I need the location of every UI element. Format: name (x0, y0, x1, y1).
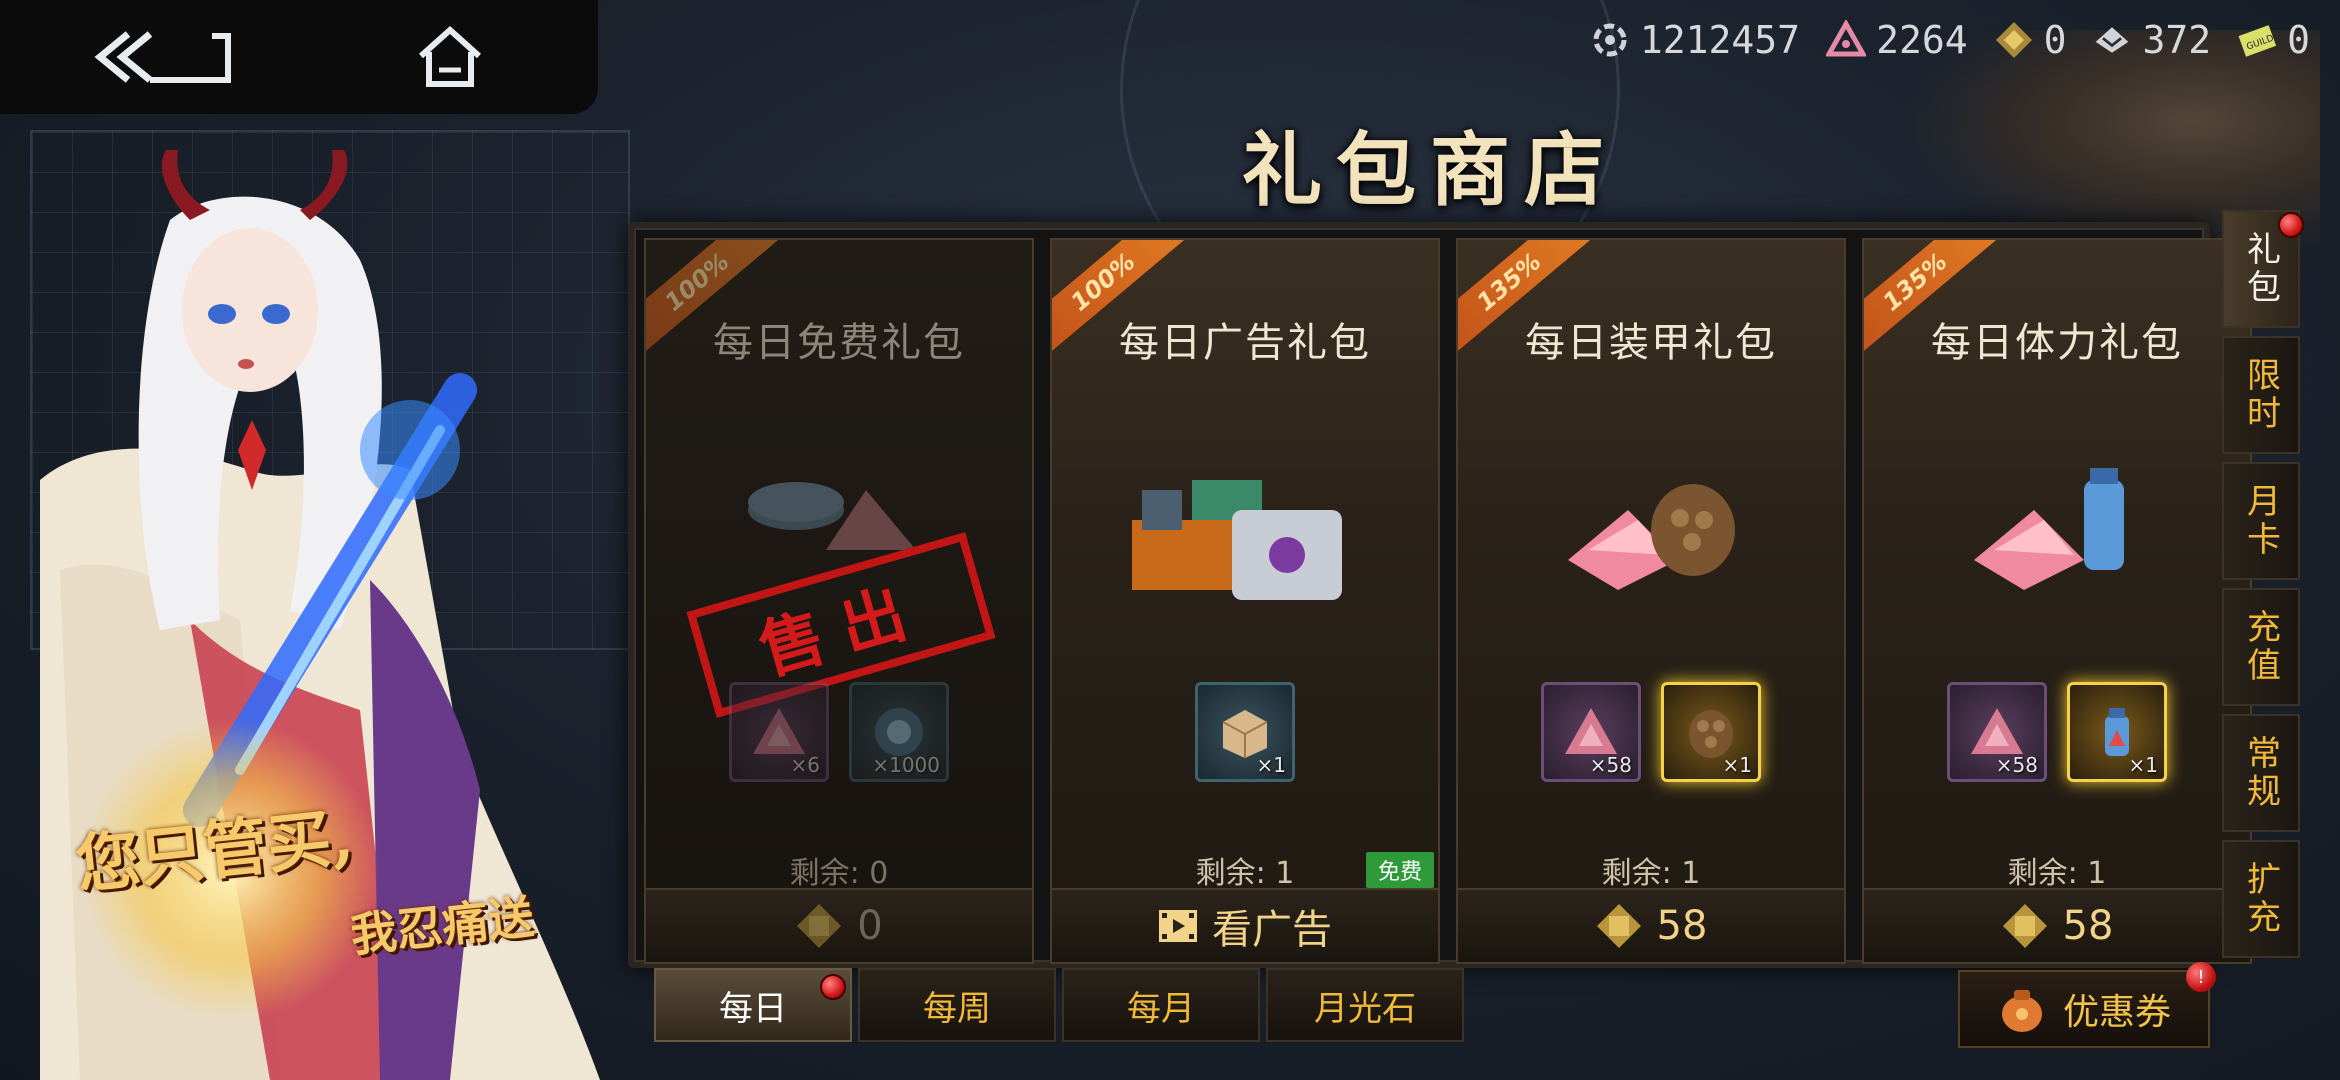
tab-regular[interactable]: 常规 (2222, 714, 2300, 832)
reward-item[interactable]: ×6 (729, 682, 829, 782)
alert-badge: ! (2186, 962, 2216, 992)
tab-monthly[interactable]: 每月 (1062, 968, 1260, 1042)
reward-item[interactable]: ×1 (1661, 682, 1761, 782)
item-quantity: ×1 (2128, 753, 2158, 777)
tab-limited[interactable]: 限时 (2222, 336, 2300, 454)
tab-recharge[interactable]: 充值 (2222, 588, 2300, 706)
coupon-bag-icon (2001, 990, 2042, 1032)
item-quantity: ×6 (790, 753, 820, 777)
remaining-count: 剩余: 1 (1601, 856, 1701, 891)
tab-label: 常规 (2240, 735, 2281, 811)
pack-card-daily-armor[interactable]: 135% 每日装甲礼包 ×58 ×1 剩余: 1 58 (1456, 238, 1846, 964)
currency-bar: 1212457 2264 0 372 GUILD 0 (1590, 10, 2310, 70)
tab-label: 礼包 (2240, 231, 2281, 307)
back-button[interactable] (88, 22, 238, 92)
price-label: 0 (857, 903, 883, 949)
item-quantity: ×58 (1589, 753, 1632, 777)
page-title: 礼包商店 (1242, 123, 1618, 217)
pack-title: 每日体力礼包 (1931, 320, 2183, 366)
pack-art (1528, 450, 1778, 610)
reward-items: ×6 ×1000 (646, 682, 1032, 782)
reward-items: ×58 ×1 (1864, 682, 2250, 782)
pack-title: 每日广告礼包 (1119, 320, 1371, 366)
top-nav-panel (0, 0, 598, 114)
notification-dot (820, 974, 846, 1000)
tab-label: 每日 (719, 988, 787, 1029)
item-quantity: ×58 (1995, 753, 2038, 777)
gold-chip-icon (797, 904, 842, 948)
pack-list: 100% 每日免费礼包 售出 ×6 ×1000 剩余: 0 0 100% 每日广… (628, 222, 2252, 968)
home-icon (418, 25, 482, 87)
guild-icon: GUILD (2237, 20, 2277, 60)
watch-ad-button[interactable]: 看广告 (1052, 888, 1438, 962)
remaining-count: 剩余: 1 (2007, 856, 2107, 891)
notification-dot (2278, 212, 2304, 238)
pink-crystal-icon (1826, 20, 1867, 60)
tab-label: 充值 (2240, 609, 2281, 685)
currency-guild[interactable]: GUILD 0 (2237, 18, 2310, 62)
period-tab-bar: 每日 每周 每月 月光石 (654, 968, 1464, 1042)
tab-moonstone[interactable]: 月光石 (1266, 968, 1464, 1042)
gold-chip-icon (2002, 904, 2047, 948)
currency-chip[interactable]: 0 (1994, 18, 2067, 62)
watch-ad-label: 看广告 (1212, 907, 1332, 953)
pack-title: 每日装甲礼包 (1525, 320, 1777, 366)
tab-label: 每月 (1127, 988, 1195, 1029)
free-badge: 免费 (1365, 852, 1434, 888)
reward-item[interactable]: ×1 (2067, 682, 2167, 782)
reward-item[interactable]: ×58 (1541, 682, 1641, 782)
video-icon (1159, 910, 1197, 942)
remaining-count: 剩余: 0 (789, 856, 889, 891)
buy-button[interactable]: 58 (1864, 888, 2250, 962)
alert-badge-text: ! (2197, 966, 2205, 988)
tab-label: 限时 (2240, 357, 2281, 433)
price-label: 58 (1656, 903, 1708, 949)
tab-label: 月光石 (1314, 988, 1416, 1029)
currency-armor[interactable]: 372 (2092, 18, 2211, 62)
price-label: 58 (2062, 903, 2114, 949)
tab-monthly-card[interactable]: 月卡 (2222, 462, 2300, 580)
tab-expansion[interactable]: 扩充 (2222, 840, 2300, 958)
item-quantity: ×1000 (872, 753, 940, 777)
tab-daily[interactable]: 每日 (654, 968, 852, 1042)
pack-card-daily-ad[interactable]: 100% 每日广告礼包 ×1 剩余: 1 免费 看广告 (1050, 238, 1440, 964)
pack-card-daily-stamina[interactable]: 135% 每日体力礼包 ×58 ×1 剩余: 1 58 (1862, 238, 2252, 964)
coupon-label: 优惠券 (2062, 992, 2171, 1033)
pack-card-daily-free[interactable]: 100% 每日免费礼包 售出 ×6 ×1000 剩余: 0 0 (644, 238, 1034, 964)
armor-plate-icon (2092, 20, 2132, 60)
item-quantity: ×1 (1256, 753, 1286, 777)
gold-chip-icon (1596, 904, 1641, 948)
gold-chip-icon (1994, 20, 2034, 60)
currency-value: 0 (2043, 18, 2067, 62)
coupon-button[interactable]: 优惠券 ! (1958, 962, 2216, 1048)
reward-item[interactable]: ×58 (1947, 682, 2047, 782)
back-arrow-icon (94, 31, 231, 83)
home-button[interactable] (410, 22, 490, 92)
currency-value: 1212457 (1639, 18, 1801, 62)
tab-label: 每周 (923, 988, 991, 1029)
tab-weekly[interactable]: 每周 (858, 968, 1056, 1042)
buy-button[interactable]: 58 (1458, 888, 1844, 962)
currency-value: 372 (2142, 18, 2212, 62)
reward-items: ×1 (1052, 682, 1438, 782)
currency-value: 2264 (1876, 18, 1968, 62)
reward-item[interactable]: ×1 (1195, 682, 1295, 782)
tab-label: 月卡 (2240, 483, 2281, 559)
tab-label: 扩充 (2240, 861, 2281, 937)
pack-title: 每日免费礼包 (713, 320, 965, 366)
reward-items: ×58 ×1 (1458, 682, 1844, 782)
pack-art (1122, 450, 1372, 610)
currency-value: 0 (2287, 18, 2310, 62)
buy-button[interactable]: 0 (646, 888, 1032, 962)
gear-target-icon (1590, 20, 1630, 60)
pack-art (1934, 450, 2184, 610)
currency-crystal[interactable]: 2264 (1826, 18, 1968, 62)
character-illustration (40, 140, 630, 1080)
currency-gear[interactable]: 1212457 (1590, 18, 1800, 62)
item-quantity: ×1 (1722, 753, 1752, 777)
reward-item[interactable]: ×1000 (849, 682, 949, 782)
